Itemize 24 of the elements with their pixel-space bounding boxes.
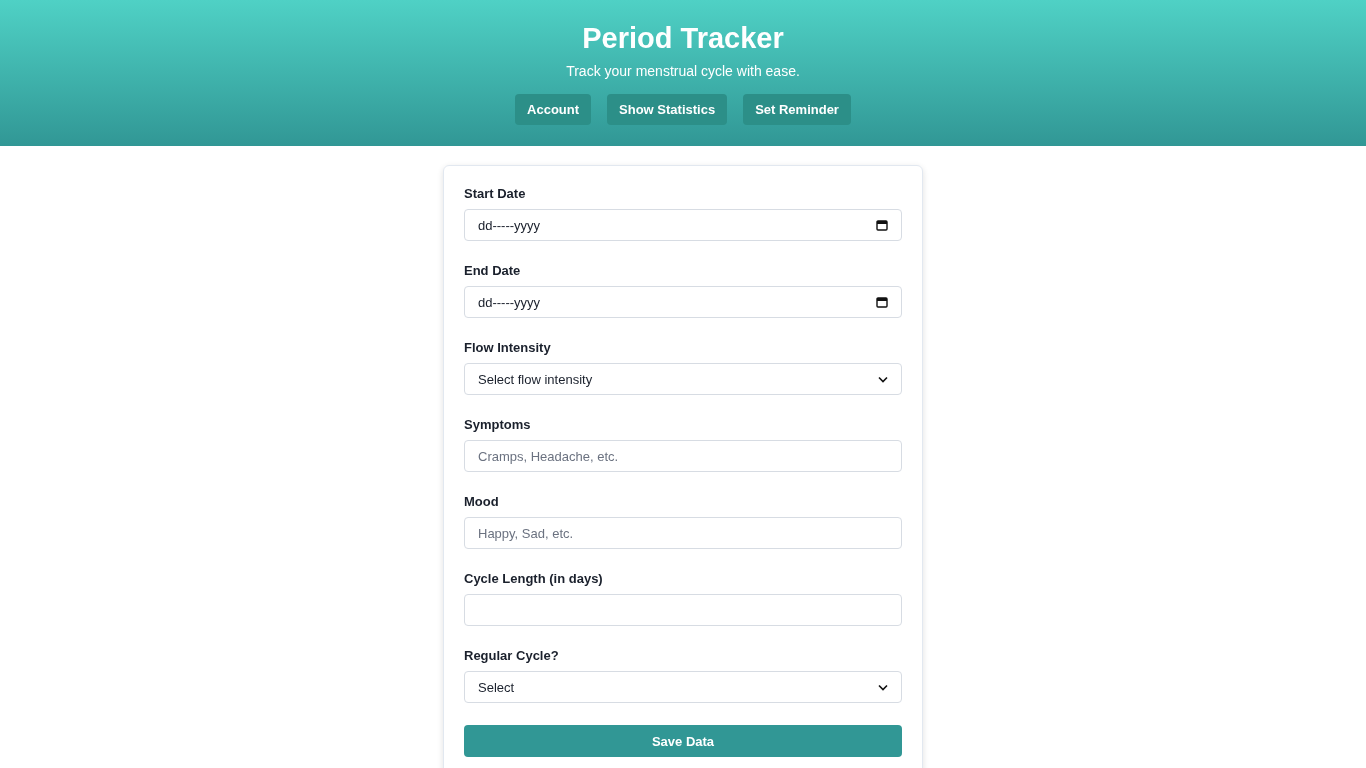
save-button[interactable]: Save Data <box>464 725 902 757</box>
text-field[interactable]: Cramps, Headache, etc. <box>464 440 902 472</box>
nav-button[interactable]: Account <box>515 94 592 125</box>
calendar-icon[interactable] <box>876 219 888 231</box>
nav-button[interactable]: Set Reminder <box>743 94 851 125</box>
date-field[interactable]: dd-----yyyy <box>464 209 902 241</box>
calendar-icon[interactable] <box>876 296 888 308</box>
date-field[interactable]: dd-----yyyy <box>464 286 902 318</box>
field-label: Cycle Length (in days) <box>464 571 604 587</box>
select-dropdown[interactable]: Select <box>464 671 902 703</box>
field-label: Regular Cycle? <box>464 648 560 664</box>
chevron-down-icon <box>878 375 888 383</box>
nav-button[interactable]: Show Statistics <box>607 94 728 125</box>
select-dropdown[interactable]: Select flow intensity <box>464 363 902 395</box>
text-field[interactable]: Happy, Sad, etc. <box>464 517 902 549</box>
number-field[interactable] <box>464 594 902 626</box>
field-label: Mood <box>464 494 500 510</box>
field-label: Start Date <box>464 186 527 202</box>
field-label: Symptoms <box>464 417 532 433</box>
field-label: Flow Intensity <box>464 340 552 356</box>
chevron-down-icon <box>878 683 888 691</box>
app-subtitle: Track your menstrual cycle with ease. <box>566 62 800 80</box>
field-label: End Date <box>464 263 522 279</box>
app-title: Period Tracker <box>582 21 784 56</box>
